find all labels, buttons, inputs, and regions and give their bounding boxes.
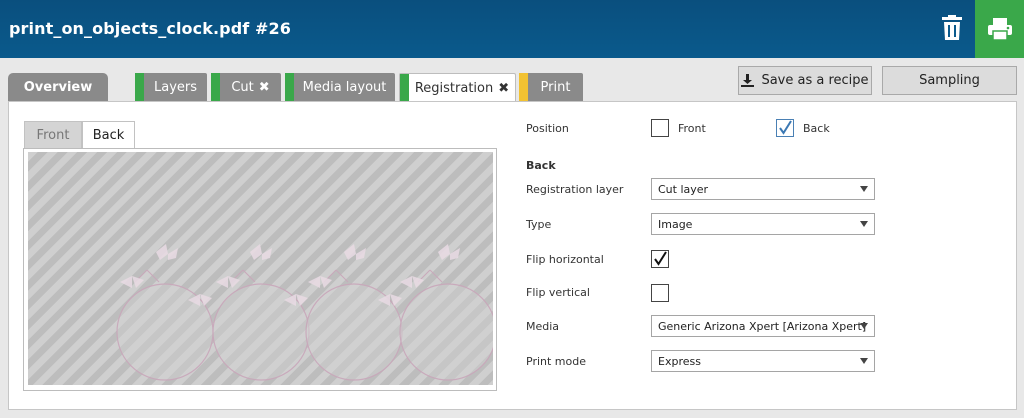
preview-tab-back-label: Back [92, 128, 125, 143]
app-header: print_on_objects_clock.pdf #26 [0, 0, 1024, 58]
butterfly-shape [120, 276, 144, 288]
preview-tab-back[interactable]: Back [82, 121, 135, 149]
flip-horizontal-checkbox[interactable] [651, 250, 669, 268]
back-option-label: Back [803, 122, 830, 135]
flip-horizontal-label: Flip horizontal [526, 253, 604, 266]
preview-tab-front-label: Front [36, 127, 70, 143]
tab-media-layout-label: Media layout [302, 79, 387, 95]
section-heading-back: Back [526, 159, 556, 172]
status-bar-green [211, 73, 220, 101]
close-icon[interactable]: ✖ [259, 80, 270, 95]
type-label: Type [526, 218, 552, 231]
front-option-label: Front [678, 122, 706, 135]
status-bar-green [285, 73, 294, 101]
tab-registration-label: Registration [414, 80, 494, 96]
tab-cut[interactable]: Cut ✖ [211, 73, 281, 101]
dropdown-arrow-icon [860, 186, 868, 192]
clock-objects-preview [116, 244, 497, 381]
type-select[interactable]: Image [651, 213, 875, 235]
status-bar-green [400, 74, 409, 102]
tab-overview-label: Overview [23, 79, 93, 95]
download-icon [741, 74, 755, 87]
print-button[interactable] [975, 0, 1024, 58]
sampling-button[interactable]: Sampling [882, 66, 1017, 95]
tab-print[interactable]: Print [519, 73, 583, 101]
registration-layer-value: Cut layer [658, 183, 709, 196]
butterfly-shape [400, 276, 424, 288]
tab-registration[interactable]: Registration ✖ [399, 73, 516, 102]
tab-cut-label: Cut [231, 79, 254, 95]
checkmark-icon [779, 120, 792, 135]
media-value: Generic Arizona Xpert [Arizona Xpert] [658, 320, 867, 333]
dropdown-arrow-icon [860, 221, 868, 227]
registration-layer-label: Registration layer [526, 183, 624, 196]
butterfly-shape [250, 244, 272, 260]
media-label: Media [526, 320, 560, 333]
status-bar-green [135, 73, 144, 101]
back-checkbox[interactable] [776, 119, 794, 137]
print-mode-value: Express [658, 355, 701, 368]
media-select[interactable]: Generic Arizona Xpert [Arizona Xpert] [651, 315, 875, 337]
save-as-recipe-button[interactable]: Save as a recipe [738, 66, 872, 95]
dropdown-arrow-icon [860, 323, 868, 329]
registration-layer-select[interactable]: Cut layer [651, 178, 875, 200]
delete-button[interactable] [935, 10, 969, 46]
job-title: print_on_objects_clock.pdf #26 [9, 19, 291, 38]
butterfly-shape [344, 244, 366, 260]
tab-layers[interactable]: Layers [135, 73, 207, 101]
preview-canvas [28, 152, 497, 385]
dropdown-arrow-icon [860, 358, 868, 364]
type-value: Image [658, 218, 693, 231]
printer-icon [987, 18, 1012, 41]
tab-media-layout[interactable]: Media layout [285, 73, 395, 101]
butterfly-shape [156, 244, 178, 260]
tab-print-label: Print [540, 79, 571, 95]
flip-vertical-checkbox[interactable] [651, 284, 669, 302]
butterfly-shape [438, 244, 460, 260]
flip-vertical-label: Flip vertical [526, 286, 590, 299]
status-bar-yellow [519, 73, 528, 101]
checkmark-icon [654, 251, 667, 266]
tab-overview[interactable]: Overview [8, 73, 108, 101]
trash-icon [942, 15, 962, 40]
close-icon[interactable]: ✖ [498, 81, 509, 96]
butterfly-shape [216, 276, 240, 288]
clock-object [305, 269, 403, 381]
front-checkbox[interactable] [651, 119, 669, 137]
print-mode-label: Print mode [526, 355, 586, 368]
print-mode-select[interactable]: Express [651, 350, 875, 372]
clock-object [399, 269, 497, 381]
tab-layers-label: Layers [153, 79, 198, 95]
sampling-label: Sampling [919, 73, 980, 88]
save-as-recipe-label: Save as a recipe [761, 73, 869, 88]
position-label: Position [526, 122, 569, 135]
preview-tab-front[interactable]: Front [24, 121, 82, 148]
